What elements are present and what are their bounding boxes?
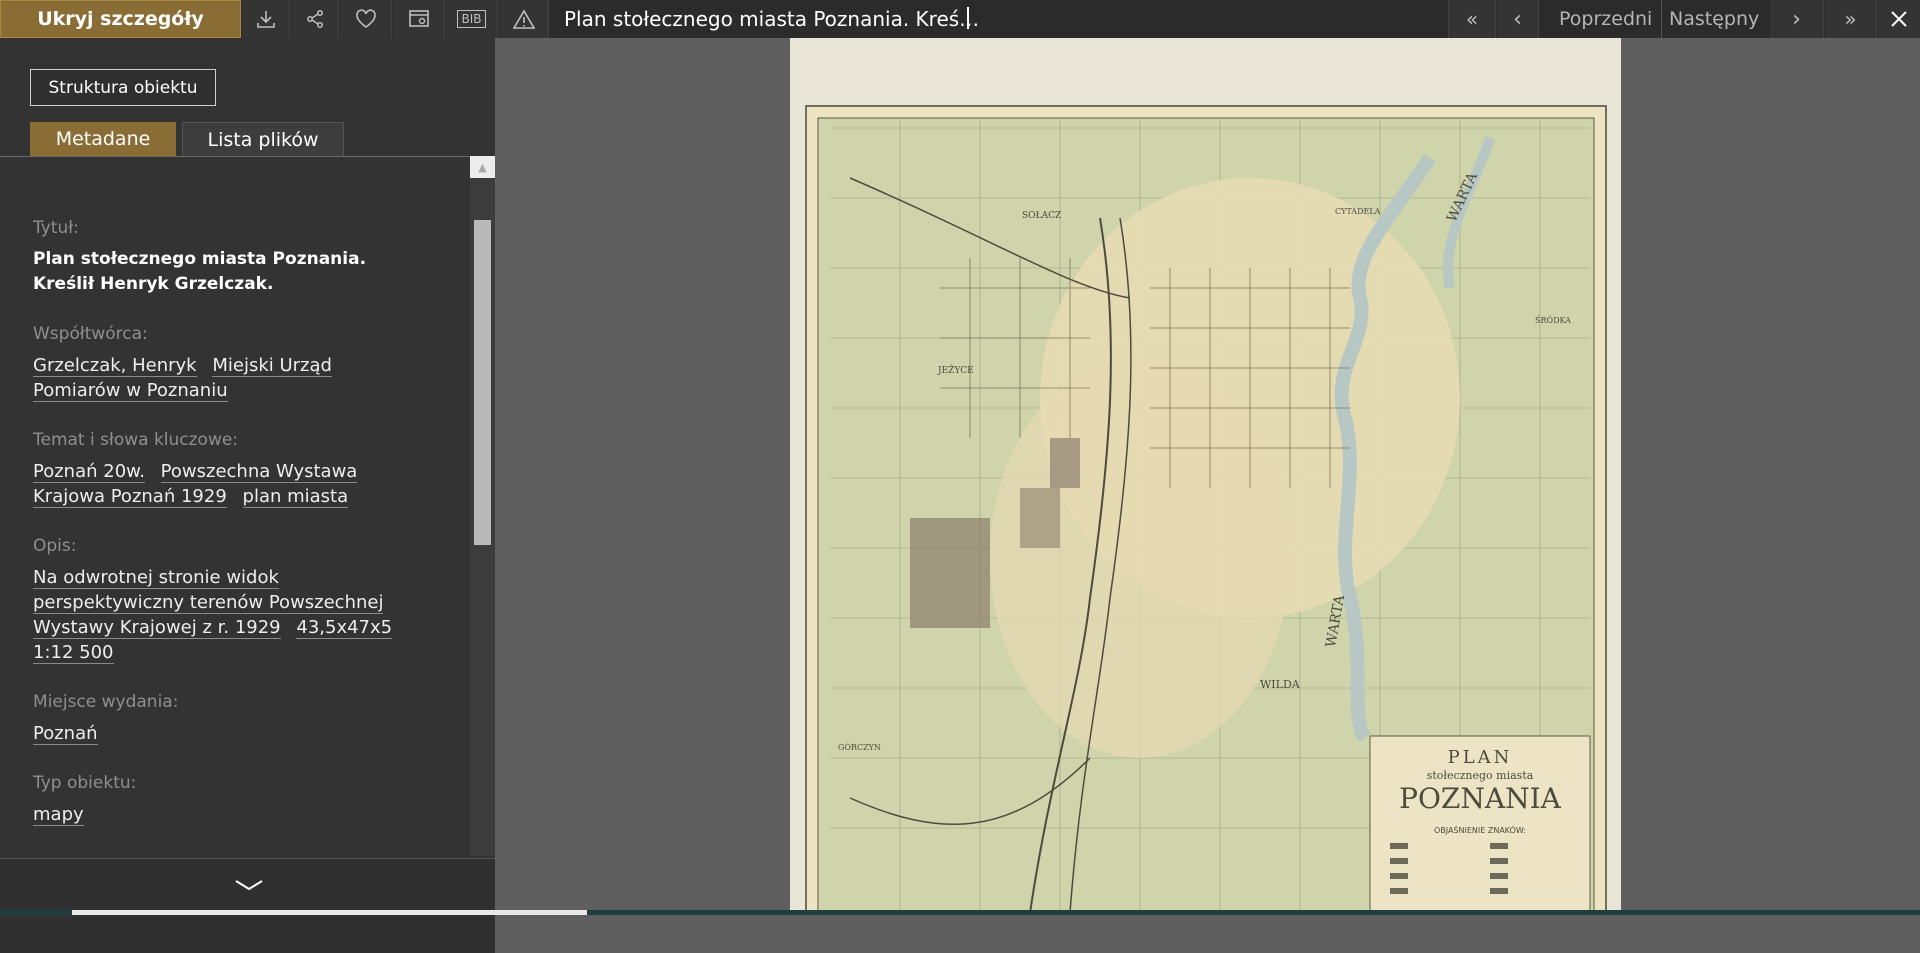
keywords-label: Temat i słowa kluczowe: [33, 430, 239, 450]
document-viewer[interactable]: PLAN stołecznego miasta POZNANIA OBJAŚNI… [495, 38, 1920, 915]
horizontal-scrollbar-thumb[interactable] [72, 910, 587, 915]
object-structure-button[interactable]: Struktura obiektu [30, 69, 216, 106]
description-values: Na odwrotnej stronie widok perspektywicz… [33, 565, 418, 665]
object-type-label: Typ obiektu: [33, 773, 137, 793]
place-link[interactable]: Poznań [33, 723, 98, 745]
bib-icon: BIB [457, 10, 486, 28]
title-value: Plan stołecznego miasta Poznania. Kreśli… [33, 249, 367, 294]
map-label-district: JEŻYCE [937, 364, 974, 376]
tab-file-list[interactable]: Lista plików [182, 122, 344, 156]
scrollbar-thumb[interactable] [474, 220, 491, 545]
map-label-district: SOŁACZ [1022, 211, 1061, 221]
share-icon [306, 10, 323, 28]
warning-icon [512, 9, 535, 29]
hide-details-button[interactable]: Ukryj szczegóły [0, 0, 241, 38]
prev-arrow-button[interactable]: ‹ [1497, 0, 1539, 38]
browser-icon [408, 10, 429, 27]
favorite-button[interactable] [340, 0, 392, 38]
title-label: Tytuł: [33, 218, 79, 238]
tab-divider [0, 156, 470, 157]
top-toolbar: Ukryj szczegóły BIB Plan stołecznego mia… [0, 0, 1920, 38]
chevron-down-icon [235, 880, 263, 891]
prev-icon: ‹ [1513, 6, 1522, 32]
last-page-button[interactable]: » [1825, 0, 1877, 38]
map-heading-plan: PLAN [1448, 747, 1513, 768]
first-icon: « [1465, 7, 1479, 31]
keyword-link[interactable]: Poznań 20w. [33, 461, 145, 483]
keywords-values: Poznań 20w. Powszechna Wystawa Krajowa P… [33, 459, 363, 509]
description-link[interactable]: 1:12 500 [33, 642, 114, 664]
first-page-button[interactable]: « [1448, 0, 1496, 38]
next-icon: › [1792, 6, 1801, 32]
sidebar-footer [0, 858, 495, 953]
contributor-label: Współtwórca: [33, 324, 148, 344]
download-button[interactable] [242, 0, 290, 38]
map-label-district: CYTADELA [1335, 207, 1381, 216]
sidebar-scrollbar[interactable]: ▲ [470, 156, 495, 856]
heart-icon [355, 9, 376, 28]
download-icon [256, 11, 275, 28]
previous-button[interactable]: Poprzedni [1559, 0, 1652, 38]
expand-button[interactable] [234, 873, 264, 898]
place-values: Poznań [33, 721, 423, 746]
map-legend-title: OBJAŚNIENIE ZNAKÓW: [1434, 824, 1526, 835]
contributor-link[interactable]: Grzelczak, Henryk [33, 355, 197, 377]
title-caret [967, 7, 969, 29]
document-title: Plan stołecznego miasta Poznania. Kreś… [549, 0, 984, 38]
close-button[interactable] [1878, 0, 1920, 38]
description-link[interactable]: 43,5x47x5 [296, 617, 393, 639]
report-button[interactable] [499, 0, 549, 38]
place-label: Miejsce wydania: [33, 692, 179, 712]
next-arrow-button[interactable]: › [1770, 0, 1824, 38]
map-label-district: WILDA [1260, 678, 1301, 691]
share-button[interactable] [291, 0, 339, 38]
last-icon: » [1844, 7, 1857, 31]
map-heading-sub: stołecznego miasta [1427, 769, 1534, 782]
close-icon [1891, 11, 1907, 27]
metadata-list: Tytuł: Plan stołecznego miasta Poznania.… [33, 218, 423, 854]
horizontal-scrollbar[interactable] [0, 910, 1920, 915]
map-heading-city: POZNANIA [1399, 782, 1562, 815]
map-image[interactable]: PLAN stołecznego miasta POZNANIA OBJAŚNI… [790, 38, 1621, 913]
bibliography-button[interactable]: BIB [446, 0, 498, 38]
open-in-browser-button[interactable] [393, 0, 445, 38]
map-label-district: ŚRÓDKA [1535, 316, 1571, 325]
description-label: Opis: [33, 536, 77, 556]
details-sidebar: Struktura obiektu Metadane Lista plików … [0, 38, 495, 953]
next-button[interactable]: Następny [1669, 0, 1759, 38]
map-label-district: GÓRCZYN [838, 743, 881, 752]
object-type-link[interactable]: mapy [33, 804, 84, 826]
object-type-values: mapy [33, 802, 423, 827]
tab-metadata[interactable]: Metadane [30, 122, 176, 156]
contributor-values: Grzelczak, Henryk Miejski Urząd Pomiarów… [33, 353, 413, 403]
scroll-up-icon[interactable]: ▲ [470, 156, 495, 178]
keyword-link[interactable]: plan miasta [242, 486, 349, 508]
nav-divider [1661, 0, 1662, 38]
